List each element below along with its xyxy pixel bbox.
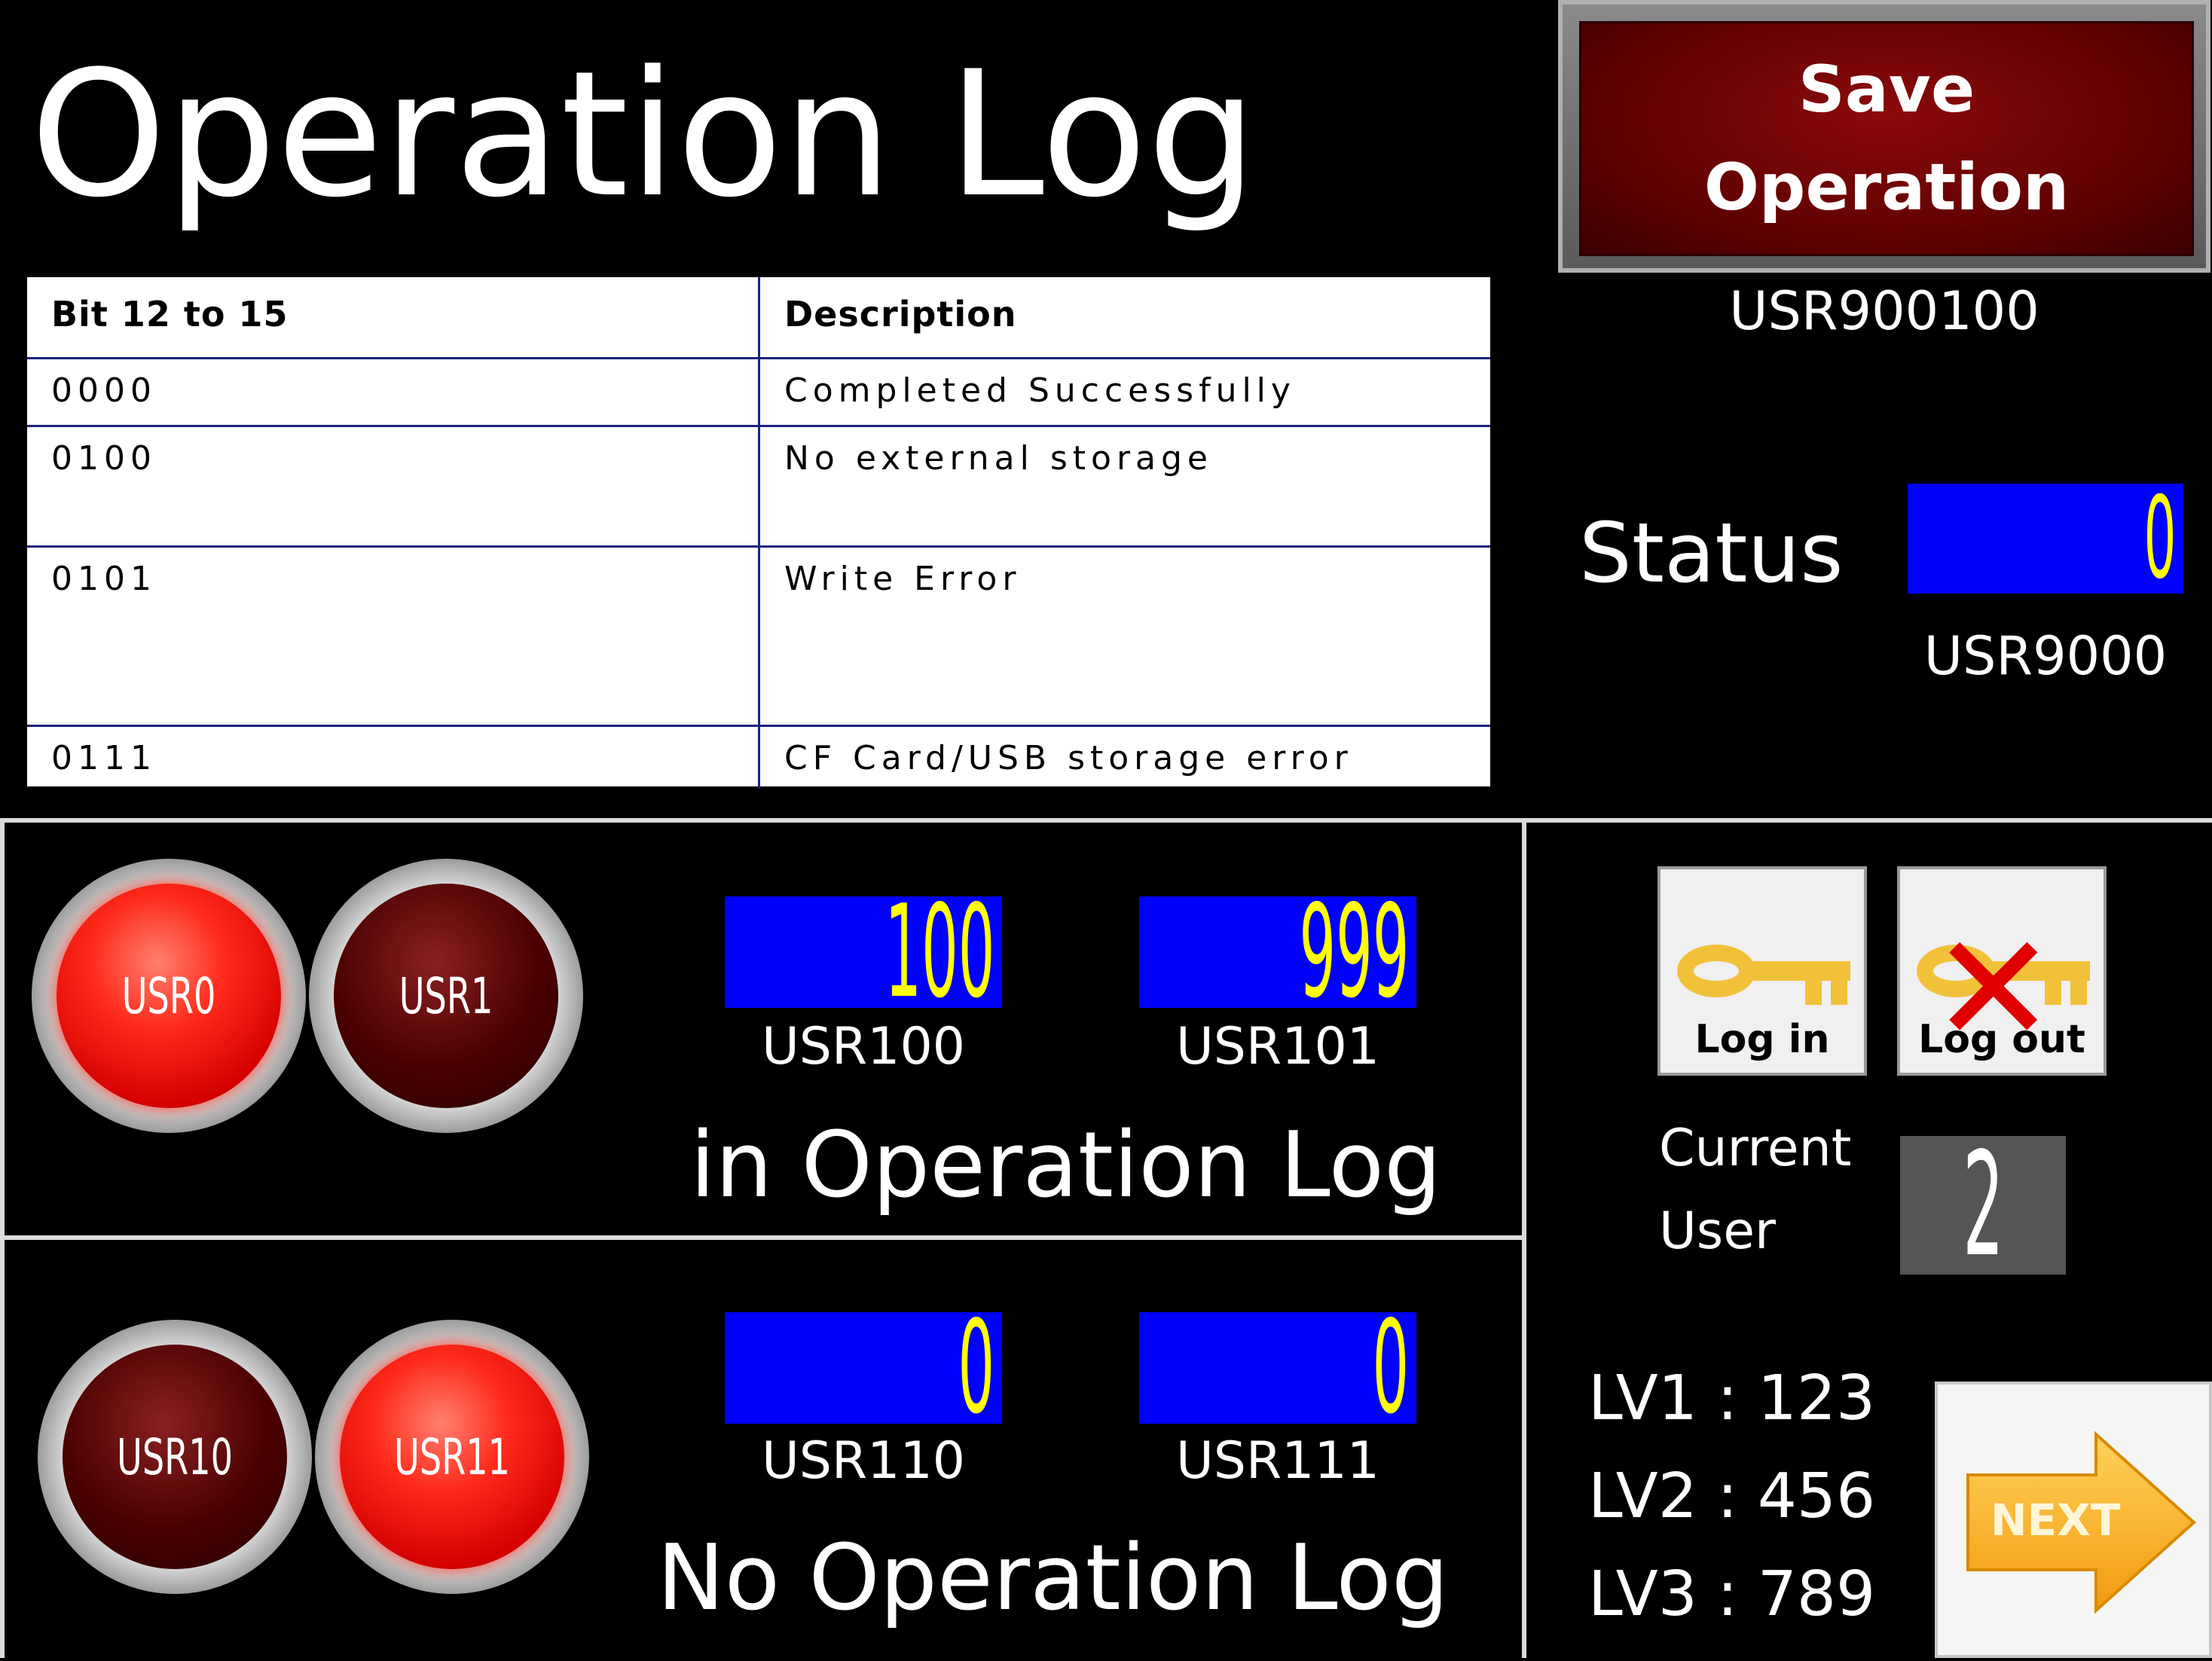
usr101-address: USR101 bbox=[1176, 1017, 1379, 1076]
level-1-text: LV1 : 123 bbox=[1588, 1363, 1876, 1434]
table-cell-bits: 0101 bbox=[51, 560, 157, 598]
save-button-line2: Operation bbox=[1703, 150, 2070, 225]
current-user-value: 2 bbox=[1962, 1136, 2004, 1275]
key-icon bbox=[1677, 945, 1850, 1005]
status-address: USR9000 bbox=[1923, 625, 2168, 687]
table-row: 0111 CF Card/USB storage error bbox=[27, 725, 1490, 789]
usr10-button-label: USR10 bbox=[116, 1427, 234, 1486]
usr10-button[interactable]: USR10 bbox=[38, 1320, 312, 1594]
table-cell-description: Completed Successfully bbox=[758, 359, 1490, 427]
usr111-address: USR111 bbox=[1176, 1431, 1379, 1491]
logout-button[interactable]: ✕ Log out bbox=[1897, 866, 2107, 1076]
usr101-value-display: 999 bbox=[1139, 896, 1416, 1008]
table-row: 0000 Completed Successfully bbox=[27, 357, 1490, 427]
usr1-button-label: USR1 bbox=[399, 966, 493, 1025]
table-header-description: Description bbox=[758, 277, 1490, 357]
usr110-value: 0 bbox=[958, 1312, 994, 1424]
section-divider bbox=[0, 823, 5, 1658]
usr100-value: 100 bbox=[884, 896, 994, 1008]
bit-description-table: Bit 12 to 15 Description 0000 Completed … bbox=[27, 277, 1490, 789]
usr101-value: 999 bbox=[1298, 896, 1409, 1008]
table-cell-description: Write Error bbox=[758, 548, 1490, 727]
table-header-bits: Bit 12 to 15 bbox=[51, 294, 289, 334]
table-cell-description: No external storage bbox=[758, 427, 1490, 548]
level-3-text: LV3 : 789 bbox=[1588, 1559, 1876, 1630]
section-divider bbox=[0, 818, 2212, 823]
save-operation-button[interactable]: Save Operation bbox=[1558, 0, 2210, 273]
save-button-address: USR900100 bbox=[1729, 280, 2039, 342]
table-cell-bits: 0100 bbox=[51, 439, 157, 478]
usr100-value-display: 100 bbox=[725, 896, 1002, 1008]
status-label: Status bbox=[1579, 505, 1844, 601]
current-user-value-display: 2 bbox=[1900, 1136, 2066, 1275]
table-header-row: Bit 12 to 15 Description bbox=[27, 277, 1490, 357]
usr0-button-label: USR0 bbox=[121, 966, 216, 1025]
section-divider bbox=[0, 1235, 1526, 1240]
status-value: 0 bbox=[2143, 484, 2176, 594]
usr111-value: 0 bbox=[1372, 1312, 1409, 1424]
table-row: 0101 Write Error bbox=[27, 545, 1490, 727]
in-operation-log-caption: in Operation Log bbox=[690, 1113, 1442, 1218]
usr110-address: USR110 bbox=[762, 1431, 965, 1491]
login-button-label: Log in bbox=[1694, 1017, 1830, 1062]
page-title: Operation Log bbox=[30, 35, 1257, 236]
table-cell-bits: 0000 bbox=[51, 371, 157, 410]
usr0-button[interactable]: USR0 bbox=[32, 859, 306, 1133]
usr100-address: USR100 bbox=[762, 1017, 965, 1076]
section-divider bbox=[1522, 818, 1526, 1658]
no-operation-log-caption: No Operation Log bbox=[657, 1526, 1449, 1631]
table-cell-bits: 0111 bbox=[51, 739, 157, 777]
usr11-button[interactable]: USR11 bbox=[315, 1320, 589, 1594]
table-cell-description: CF Card/USB storage error bbox=[758, 727, 1490, 789]
save-button-line1: Save bbox=[1798, 52, 1975, 127]
table-row: 0100 No external storage bbox=[27, 425, 1490, 548]
next-button[interactable]: NEXT bbox=[1935, 1382, 2212, 1658]
usr1-button[interactable]: USR1 bbox=[309, 859, 583, 1133]
level-2-text: LV2 : 456 bbox=[1588, 1461, 1876, 1532]
usr110-value-display: 0 bbox=[725, 1312, 1002, 1424]
usr11-button-label: USR11 bbox=[393, 1427, 511, 1486]
usr111-value-display: 0 bbox=[1139, 1312, 1416, 1424]
current-user-label-line2: User bbox=[1659, 1201, 1776, 1261]
login-button[interactable]: Log in bbox=[1657, 866, 1867, 1076]
current-user-label-line1: Current bbox=[1659, 1119, 1852, 1178]
next-button-label: NEXT bbox=[1990, 1495, 2121, 1546]
status-value-display: 0 bbox=[1908, 484, 2183, 594]
logout-button-label: Log out bbox=[1918, 1017, 2085, 1062]
